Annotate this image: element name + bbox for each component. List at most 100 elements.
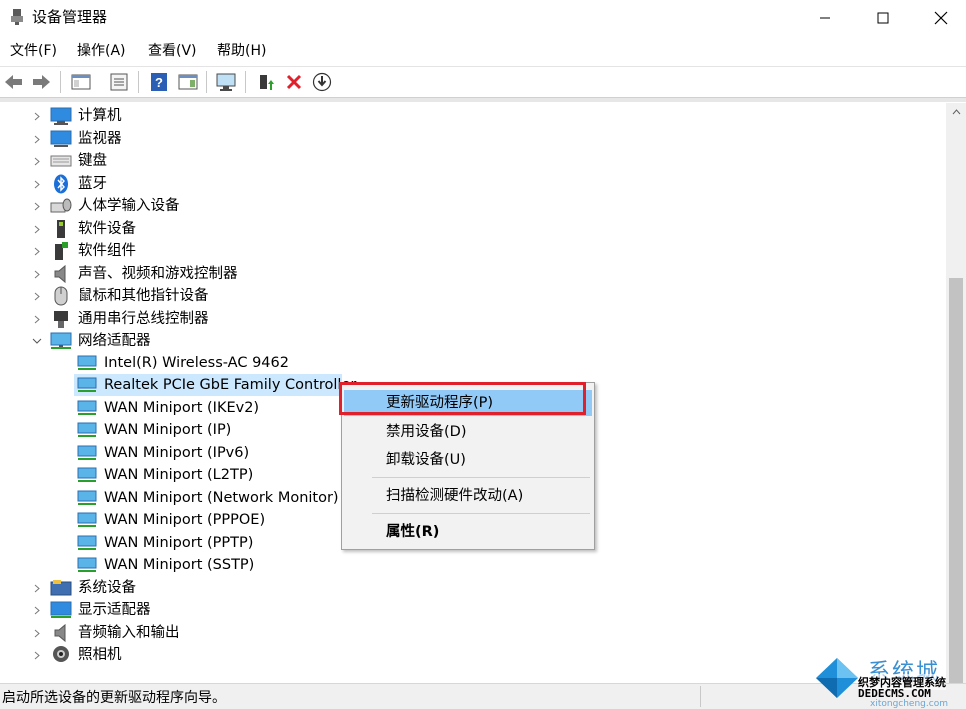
status-text: 启动所选设备的更新驱动程序向导。 xyxy=(2,690,226,706)
tree-item-adapter[interactable]: WAN Miniport (L2TP) xyxy=(76,464,253,486)
help-button[interactable]: ? xyxy=(148,71,170,93)
tree-label: 计算机 xyxy=(78,108,122,124)
software-component-icon xyxy=(50,241,72,261)
toolbar: ? xyxy=(0,66,966,97)
expand-chevron-icon[interactable] xyxy=(32,156,42,166)
window-title: 设备管理器 xyxy=(32,8,108,26)
tree-item-adapter-selected[interactable]: Realtek PCIe GbE Family Controller xyxy=(76,374,356,396)
minimize-button[interactable] xyxy=(796,0,854,36)
system-device-icon xyxy=(50,578,72,598)
network-adapter-icon xyxy=(76,465,98,485)
tree-item-adapter[interactable]: WAN Miniport (SSTP) xyxy=(76,554,254,576)
tree-item-hid[interactable]: 人体学输入设备 xyxy=(30,195,180,217)
tree-item-adapter[interactable]: WAN Miniport (PPPOE) xyxy=(76,509,265,531)
network-adapter-icon xyxy=(76,488,98,508)
tree-item-adapter[interactable]: WAN Miniport (IPv6) xyxy=(76,442,249,464)
network-adapter-icon xyxy=(76,420,98,440)
expand-chevron-icon[interactable] xyxy=(32,111,42,121)
tree-item-usb[interactable]: 通用串行总线控制器 xyxy=(30,308,209,330)
device-manager-icon xyxy=(11,9,23,25)
tree-item-adapter[interactable]: WAN Miniport (IKEv2) xyxy=(76,397,259,419)
tree-item-software-components[interactable]: 软件组件 xyxy=(30,240,136,262)
expand-chevron-icon[interactable] xyxy=(32,314,42,324)
properties-button[interactable] xyxy=(108,71,130,93)
speaker-icon xyxy=(50,264,72,284)
expand-chevron-icon[interactable] xyxy=(32,650,42,660)
disable-icon xyxy=(312,72,332,92)
keyboard-icon xyxy=(50,151,72,171)
expand-chevron-icon[interactable] xyxy=(32,246,42,256)
tree-item-adapter[interactable]: Intel(R) Wireless-AC 9462 xyxy=(76,352,289,374)
tree-label: 人体学输入设备 xyxy=(78,198,180,214)
uninstall-button[interactable] xyxy=(283,71,305,93)
network-adapter-icon xyxy=(76,353,98,373)
adapter-label: Intel(R) Wireless-AC 9462 xyxy=(104,355,289,371)
menu-separator xyxy=(372,513,590,514)
close-button[interactable] xyxy=(912,0,966,36)
menu-uninstall-device[interactable]: 卸载设备(U) xyxy=(344,447,592,473)
network-adapter-icon xyxy=(76,375,98,395)
tree-item-adapter[interactable]: WAN Miniport (Network Monitor) xyxy=(76,487,339,509)
network-adapter-icon xyxy=(76,510,98,530)
expand-chevron-icon[interactable] xyxy=(32,583,42,593)
action-pane-button[interactable] xyxy=(177,71,199,93)
toolbar-divider xyxy=(0,97,966,102)
maximize-button[interactable] xyxy=(854,0,912,36)
menu-disable-device[interactable]: 禁用设备(D) xyxy=(344,419,592,445)
tree-item-network-adapters[interactable]: 网络适配器 xyxy=(30,330,151,352)
expand-chevron-icon[interactable] xyxy=(32,224,42,234)
tree-item-cameras[interactable]: 照相机 xyxy=(30,644,122,666)
annotation-highlight-box xyxy=(339,382,586,415)
tree-label: 软件组件 xyxy=(78,243,136,259)
update-driver-button[interactable] xyxy=(255,71,277,93)
tree-item-system-devices[interactable]: 系统设备 xyxy=(30,577,136,599)
menu-file[interactable]: 文件(F) xyxy=(10,41,57,61)
tree-item-sound[interactable]: 声音、视频和游戏控制器 xyxy=(30,263,238,285)
tree-item-software-devices[interactable]: 软件设备 xyxy=(30,218,136,240)
menu-help[interactable]: 帮助(H) xyxy=(217,41,266,61)
tree-item-monitors[interactable]: 监视器 xyxy=(30,128,122,150)
collapse-chevron-icon[interactable] xyxy=(32,336,42,346)
usb-icon xyxy=(50,309,72,329)
tree-item-adapter[interactable]: WAN Miniport (PPTP) xyxy=(76,532,253,554)
scroll-thumb[interactable] xyxy=(949,278,963,683)
adapter-label: WAN Miniport (L2TP) xyxy=(104,467,254,483)
menu-view[interactable]: 查看(V) xyxy=(148,41,197,61)
tree-label: 监视器 xyxy=(78,131,122,147)
menu-scan-hardware[interactable]: 扫描检测硬件改动(A) xyxy=(344,483,592,509)
tree-item-bluetooth[interactable]: 蓝牙 xyxy=(30,173,107,195)
scroll-up-arrow-icon[interactable] xyxy=(946,103,966,121)
display-adapter-icon xyxy=(50,600,72,620)
tree-label: 显示适配器 xyxy=(78,602,151,618)
expand-chevron-icon[interactable] xyxy=(32,605,42,615)
expand-chevron-icon[interactable] xyxy=(32,179,42,189)
back-icon xyxy=(5,75,22,89)
tree-item-mice[interactable]: 鼠标和其他指针设备 xyxy=(30,285,209,307)
network-adapter-icon xyxy=(76,555,98,575)
tree-item-display-adapters[interactable]: 显示适配器 xyxy=(30,599,151,621)
watermark-logo-icon xyxy=(816,658,858,698)
minimize-icon xyxy=(820,17,830,19)
menu-action[interactable]: 操作(A) xyxy=(77,41,126,61)
tree-item-computer[interactable]: 计算机 xyxy=(30,105,122,127)
adapter-label: WAN Miniport (IPv6) xyxy=(104,445,250,461)
forward-button[interactable] xyxy=(30,71,52,93)
show-hide-tree-button[interactable] xyxy=(70,71,92,93)
menu-properties[interactable]: 属性(R) xyxy=(344,519,592,545)
expand-chevron-icon[interactable] xyxy=(32,628,42,638)
console-tree-icon xyxy=(71,74,91,90)
expand-chevron-icon[interactable] xyxy=(32,269,42,279)
network-adapter-icon xyxy=(76,398,98,418)
tree-item-audio-io[interactable]: 音频输入和输出 xyxy=(30,622,180,644)
expand-chevron-icon[interactable] xyxy=(32,291,42,301)
expand-chevron-icon[interactable] xyxy=(32,134,42,144)
expand-chevron-icon[interactable] xyxy=(32,201,42,211)
scan-hardware-button[interactable] xyxy=(215,71,237,93)
vertical-scrollbar[interactable] xyxy=(946,103,966,683)
back-button[interactable] xyxy=(3,71,25,93)
tree-label: 蓝牙 xyxy=(78,176,107,192)
disable-button[interactable] xyxy=(311,71,333,93)
audio-icon xyxy=(50,623,72,643)
tree-item-keyboards[interactable]: 键盘 xyxy=(30,150,107,172)
tree-item-adapter[interactable]: WAN Miniport (IP) xyxy=(76,419,231,441)
